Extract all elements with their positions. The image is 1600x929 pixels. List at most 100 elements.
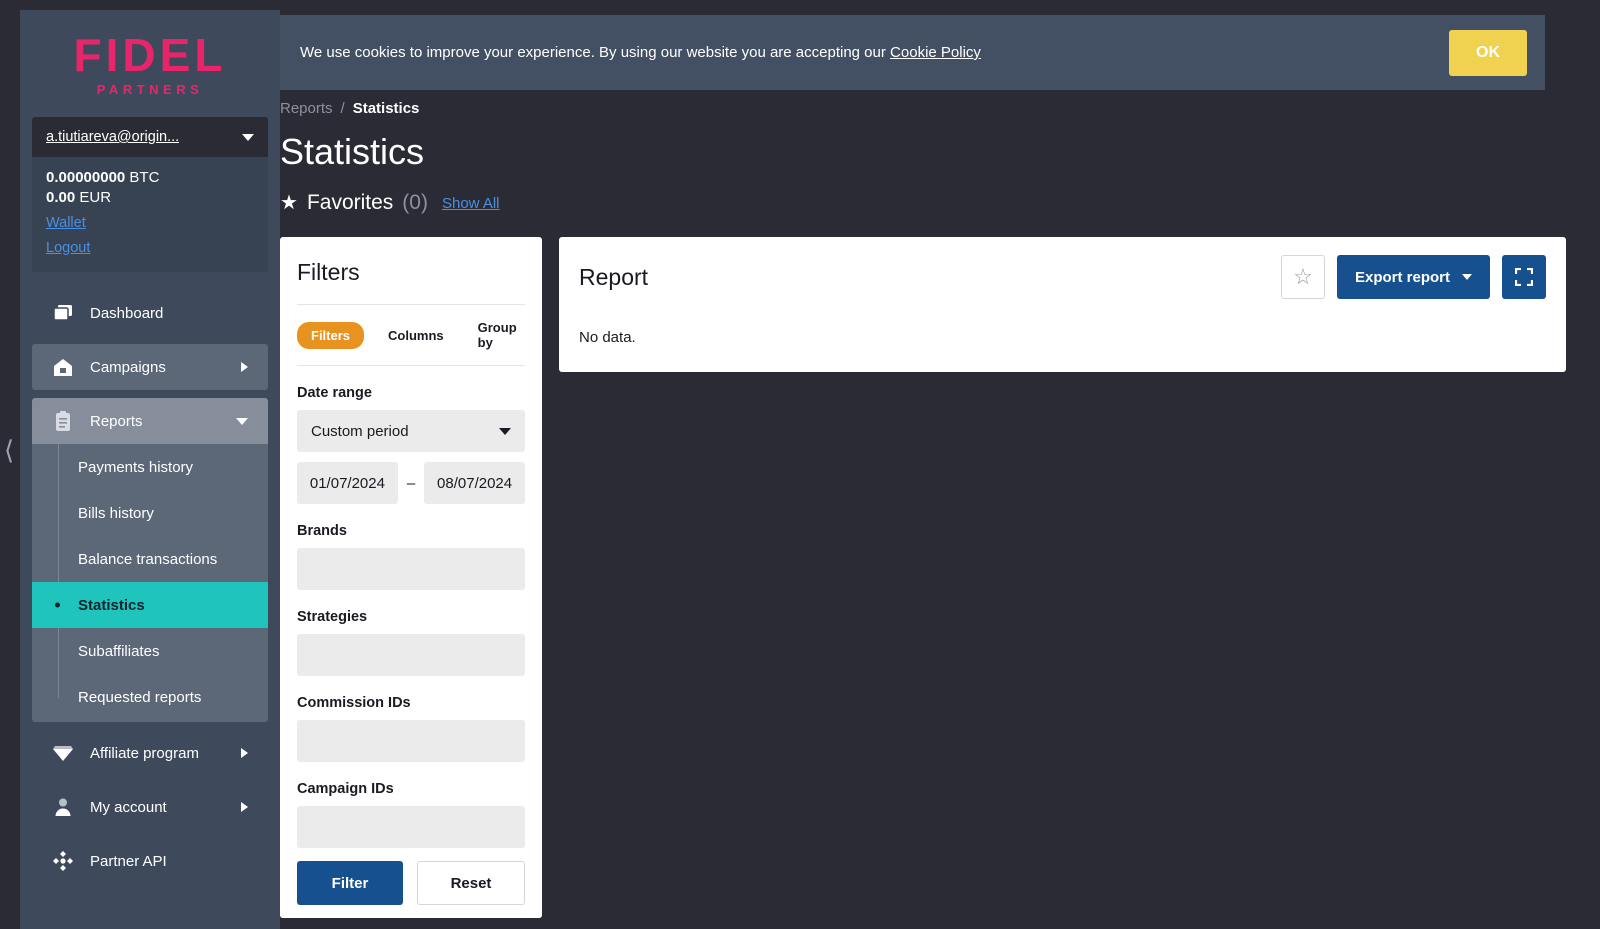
favorites-bar: ★ Favorites (0) Show All [280,191,1600,215]
sidebar-item-label: Balance transactions [78,551,217,568]
tab-group-by[interactable]: Group by [468,314,527,356]
brands-input[interactable] [297,548,525,590]
balance-row: 0.00000000 BTC [46,169,254,186]
sidebar: FIDEL PARTNERS a.tiutiareva@origin... 0.… [20,10,280,929]
cookie-accept-button[interactable]: OK [1449,30,1527,76]
sidebar-item-label: Affiliate program [90,745,241,762]
breadcrumb: Reports / Statistics [280,100,1600,117]
sidebar-item-payments-history[interactable]: Payments history [32,444,268,490]
cookie-banner: We use cookies to improve your experienc… [280,15,1545,90]
date-from-input[interactable]: 01/07/2024 [297,462,398,504]
report-panel: Report ☆ Export report [559,237,1566,372]
filters-scroll-area[interactable]: Filters Filters Columns Group by Date ra… [280,237,542,918]
report-actions: ☆ Export report [1281,255,1546,299]
star-outline-icon: ☆ [1293,264,1313,290]
cookie-message: We use cookies to improve your experienc… [300,44,1449,61]
account-email: a.tiutiareva@origin... [46,129,179,145]
brand-name: FIDEL [20,32,280,78]
sidebar-item-my-account[interactable]: My account [32,784,268,830]
tab-filters[interactable]: Filters [297,322,364,349]
cookie-policy-link[interactable]: Cookie Policy [890,44,981,61]
diamond-icon [52,744,74,762]
sidebar-item-dashboard[interactable]: Dashboard [32,290,268,336]
fullscreen-button[interactable] [1502,255,1546,299]
sidebar-item-requested-reports[interactable]: Requested reports [32,674,268,720]
sidebar-item-label: Reports [90,413,236,430]
wallet-link[interactable]: Wallet [46,215,254,231]
chevron-right-icon [241,802,248,812]
sidebar-item-statistics[interactable]: Statistics [32,582,268,628]
sidebar-item-reports[interactable]: Reports [32,398,268,444]
balance-amount: 0.00 [46,189,75,206]
sidebar-item-label: My account [90,799,241,816]
reset-button[interactable]: Reset [417,861,525,905]
sidebar-collapse-button[interactable]: ⟨ [4,438,14,464]
date-to-input[interactable]: 08/07/2024 [424,462,525,504]
commission-ids-label: Commission IDs [297,695,525,711]
fullscreen-icon [1515,268,1533,286]
logout-link[interactable]: Logout [46,240,254,256]
sidebar-item-partner-api[interactable]: Partner API [32,838,268,884]
brand-tagline: PARTNERS [20,82,280,97]
sidebar-item-label: Partner API [90,853,248,870]
sidebar-item-balance-transactions[interactable]: Balance transactions [32,536,268,582]
show-all-link[interactable]: Show All [442,195,500,212]
chevron-down-icon [1462,274,1472,280]
breadcrumb-current: Statistics [353,100,420,117]
star-icon: ★ [280,193,298,213]
account-selector[interactable]: a.tiutiareva@origin... [32,117,268,157]
date-range-separator: – [407,475,415,492]
date-range-row: 01/07/2024 – 08/07/2024 [297,462,525,504]
report-empty-message: No data. [579,329,1546,346]
export-report-button[interactable]: Export report [1337,255,1490,299]
window-icon [52,304,74,322]
bullet-icon [55,603,60,608]
date-range-label: Date range [297,385,525,401]
report-header: Report ☆ Export report [579,255,1546,299]
sidebar-item-campaigns[interactable]: Campaigns [32,344,268,390]
favorite-toggle-button[interactable]: ☆ [1281,255,1325,299]
export-report-label: Export report [1355,269,1450,286]
sidebar-item-label: Campaigns [90,359,241,376]
breadcrumb-separator: / [341,100,345,117]
favorites-label: Favorites [307,191,393,215]
sidebar-item-affiliate-program[interactable]: Affiliate program [32,730,268,776]
account-card: a.tiutiareva@origin... 0.00000000 BTC 0.… [32,117,268,272]
favorites-count: (0) [402,191,428,215]
chevron-right-icon [241,748,248,758]
brand-logo[interactable]: FIDEL PARTNERS [20,10,280,107]
balance-currency: EUR [79,189,111,206]
user-icon [52,797,74,817]
period-select[interactable]: Custom period [297,410,525,452]
breadcrumb-parent[interactable]: Reports [280,100,333,117]
balance-row: 0.00 EUR [46,189,254,206]
sidebar-item-label: Bills history [78,505,154,522]
api-nodes-icon [52,850,74,872]
sidebar-item-label: Subaffiliates [78,643,159,660]
sidebar-nav: Dashboard Campaigns [20,290,280,892]
sidebar-item-subaffiliates[interactable]: Subaffiliates [32,628,268,674]
balance-amount: 0.00000000 [46,169,125,186]
brands-label: Brands [297,523,525,539]
commission-ids-input[interactable] [297,720,525,762]
filters-panel: Filters Filters Columns Group by Date ra… [280,237,542,918]
cookie-message-text: We use cookies to improve your experienc… [300,44,890,61]
campaign-ids-label: Campaign IDs [297,781,525,797]
main-content: Reports / Statistics Statistics ★ Favorite… [280,100,1600,929]
clipboard-icon [52,411,74,432]
sidebar-item-bills-history[interactable]: Bills history [32,490,268,536]
sidebar-item-label: Requested reports [78,689,201,706]
account-balances: 0.00000000 BTC 0.00 EUR Wallet Logout [32,157,268,272]
strategies-input[interactable] [297,634,525,676]
chevron-down-icon [499,428,511,435]
tab-columns[interactable]: Columns [378,322,454,349]
home-icon [52,358,74,377]
filter-button[interactable]: Filter [297,861,403,905]
strategies-label: Strategies [297,609,525,625]
chevron-down-icon [242,134,254,141]
campaign-ids-input[interactable] [297,806,525,848]
filter-tabs: Filters Columns Group by [297,304,525,366]
sidebar-item-label: Payments history [78,459,193,476]
reports-submenu: Payments history Bills history Balance t… [32,444,268,722]
content-row: Filters Filters Columns Group by Date ra… [280,237,1600,918]
